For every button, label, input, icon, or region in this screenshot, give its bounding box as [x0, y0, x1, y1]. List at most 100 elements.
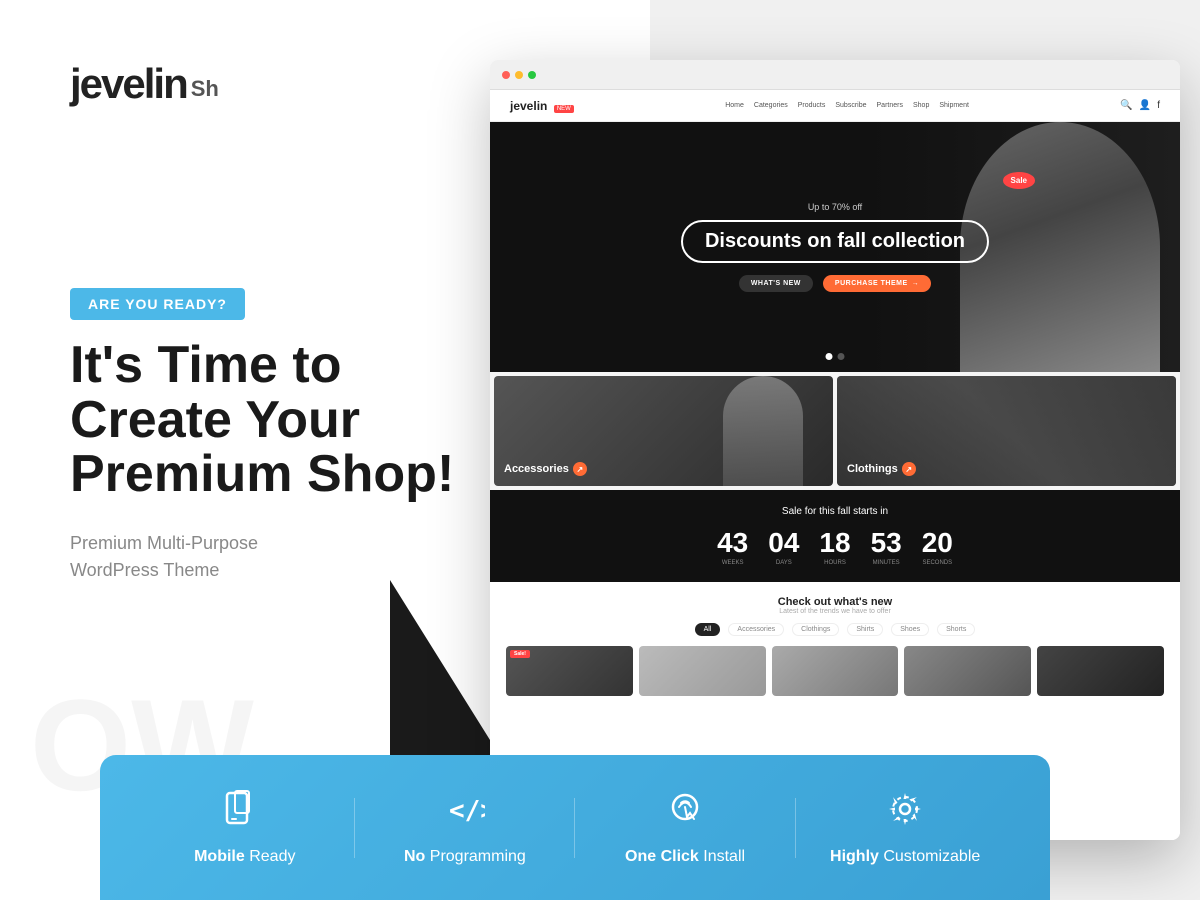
new-arrivals-section: Check out what's new Latest of the trend… — [490, 582, 1180, 710]
countdown-minutes: 53 MINUTES — [871, 529, 902, 566]
product-img-3 — [772, 646, 899, 696]
filter-shoes[interactable]: Shoes — [891, 623, 929, 636]
browser-chrome — [490, 60, 1180, 90]
nav-shop[interactable]: Shop — [913, 102, 929, 109]
hero-model — [960, 122, 1160, 372]
hero-dot-2[interactable] — [838, 353, 845, 360]
feature-no-bold: No — [404, 848, 425, 865]
nav-shipment[interactable]: Shipment — [939, 102, 969, 109]
countdown-weeks-label: WEEKS — [717, 560, 748, 566]
product-card-3[interactable] — [772, 646, 899, 696]
countdown-days-label: DAYS — [768, 560, 799, 566]
mobile-icon — [225, 789, 265, 838]
clothings-arrow: ↗ — [902, 462, 916, 476]
feature-click-label: One Click Install — [625, 848, 745, 866]
social-icon: f — [1157, 100, 1160, 111]
new-arrivals-subtitle: Latest of the trends we have to offer — [506, 608, 1164, 615]
logo-text: jevelin — [70, 60, 187, 108]
click-icon — [665, 789, 705, 838]
countdown-minutes-number: 53 — [871, 529, 902, 557]
product-card-1[interactable]: Sale! — [506, 646, 633, 696]
product-card-2[interactable] — [639, 646, 766, 696]
product-card-4[interactable] — [904, 646, 1031, 696]
product-img-5 — [1037, 646, 1164, 696]
category-accessories[interactable]: Accessories ↗ — [494, 376, 833, 486]
countdown-hours: 18 HOURS — [819, 529, 850, 566]
site-logo-badge: NEW — [554, 105, 574, 113]
clothings-label: Clothings ↗ — [847, 462, 916, 476]
product-img-2 — [639, 646, 766, 696]
hero-dot-1[interactable] — [826, 353, 833, 360]
feature-programming-label: No Programming — [404, 848, 526, 866]
site-logo-text: jevelin — [510, 99, 547, 113]
category-grid: Accessories ↗ Clothings ↗ — [490, 372, 1180, 490]
nav-categories[interactable]: Categories — [754, 102, 788, 109]
headline: It's Time to Create Your Premium Shop! — [70, 338, 500, 502]
filter-tabs: All Accessories Clothings Shirts Shoes S… — [506, 623, 1164, 636]
filter-all[interactable]: All — [695, 623, 721, 636]
countdown-days-number: 04 — [768, 529, 799, 557]
sale-badge: Sale — [1003, 172, 1035, 189]
site-hero: Up to 70% off Discounts on fall collecti… — [490, 122, 1180, 372]
site-header: jevelin NEW Home Categories Products Sub… — [490, 90, 1180, 122]
hero-buttons: WHAT'S NEW PURCHASE THEME → — [681, 275, 989, 292]
nav-partners[interactable]: Partners — [877, 102, 903, 109]
filter-clothings[interactable]: Clothings — [792, 623, 839, 636]
site-logo: jevelin NEW — [510, 97, 574, 115]
search-icon[interactable]: 🔍 — [1120, 100, 1132, 111]
subheadline-line2: WordPress Theme — [70, 560, 219, 580]
ready-badge: ARE YOU READY? — [70, 288, 245, 320]
feature-divider-2 — [574, 798, 575, 858]
feature-divider-3 — [795, 798, 796, 858]
subheadline-line1: Premium Multi-Purpose — [70, 533, 258, 553]
clothings-text: Clothings — [847, 463, 898, 475]
hero-content: Up to 70% off Discounts on fall collecti… — [681, 202, 989, 292]
countdown-timer: 43 WEEKS 04 DAYS 18 HOURS 53 MINUTES 20 — [506, 529, 1164, 566]
feature-mobile-label: Mobile Ready — [194, 848, 295, 866]
new-arrivals-title: Check out what's new — [506, 596, 1164, 608]
user-icon[interactable]: 👤 — [1139, 100, 1151, 111]
countdown-days: 04 DAYS — [768, 529, 799, 566]
hero-title: Discounts on fall collection — [681, 220, 989, 263]
whats-new-button[interactable]: WHAT'S NEW — [739, 275, 813, 292]
browser-dot-green[interactable] — [528, 71, 536, 79]
site-content: jevelin NEW Home Categories Products Sub… — [490, 90, 1180, 840]
feature-bar: Mobile Ready </> No Programming One Clic… — [100, 755, 1050, 900]
feature-customizable-label: Highly Customizable — [830, 848, 980, 866]
feature-mobile-ready: Mobile Ready — [145, 789, 345, 866]
countdown-title: Sale for this fall starts in — [506, 506, 1164, 517]
svg-text:</>: </> — [449, 796, 485, 826]
countdown-section: Sale for this fall starts in 43 WEEKS 04… — [490, 490, 1180, 582]
hero-dots — [826, 353, 845, 360]
filter-shorts[interactable]: Shorts — [937, 623, 975, 636]
nav-home[interactable]: Home — [725, 102, 744, 109]
category-clothings[interactable]: Clothings ↗ — [837, 376, 1176, 486]
feature-no-programming: </> No Programming — [365, 789, 565, 866]
filter-accessories[interactable]: Accessories — [728, 623, 784, 636]
browser-dot-yellow[interactable] — [515, 71, 523, 79]
logo-container: jevelin Sh — [70, 60, 500, 108]
accessories-model — [723, 376, 803, 486]
browser-mockup: jevelin NEW Home Categories Products Sub… — [490, 60, 1180, 840]
countdown-weeks-number: 43 — [717, 529, 748, 557]
feature-highly-bold: Highly — [830, 848, 879, 865]
browser-dot-red[interactable] — [502, 71, 510, 79]
feature-mobile-bold: Mobile — [194, 848, 245, 865]
nav-products[interactable]: Products — [798, 102, 826, 109]
product-card-5[interactable] — [1037, 646, 1164, 696]
feature-customizable: Highly Customizable — [805, 789, 1005, 866]
countdown-seconds-number: 20 — [922, 529, 953, 557]
purchase-button[interactable]: PURCHASE THEME → — [823, 275, 931, 292]
site-nav-icons: 🔍 👤 f — [1120, 100, 1160, 111]
arrow-icon: → — [912, 280, 920, 287]
countdown-minutes-label: MINUTES — [871, 560, 902, 566]
countdown-hours-number: 18 — [819, 529, 850, 557]
filter-shirts[interactable]: Shirts — [847, 623, 883, 636]
countdown-seconds-label: SECONDS — [922, 560, 953, 566]
accessories-arrow: ↗ — [573, 462, 587, 476]
countdown-seconds: 20 SECONDS — [922, 529, 953, 566]
gear-icon — [885, 789, 925, 838]
nav-subscribe[interactable]: Subscribe — [835, 102, 866, 109]
feature-one-click: One Click Install — [585, 789, 785, 866]
product-img-4 — [904, 646, 1031, 696]
